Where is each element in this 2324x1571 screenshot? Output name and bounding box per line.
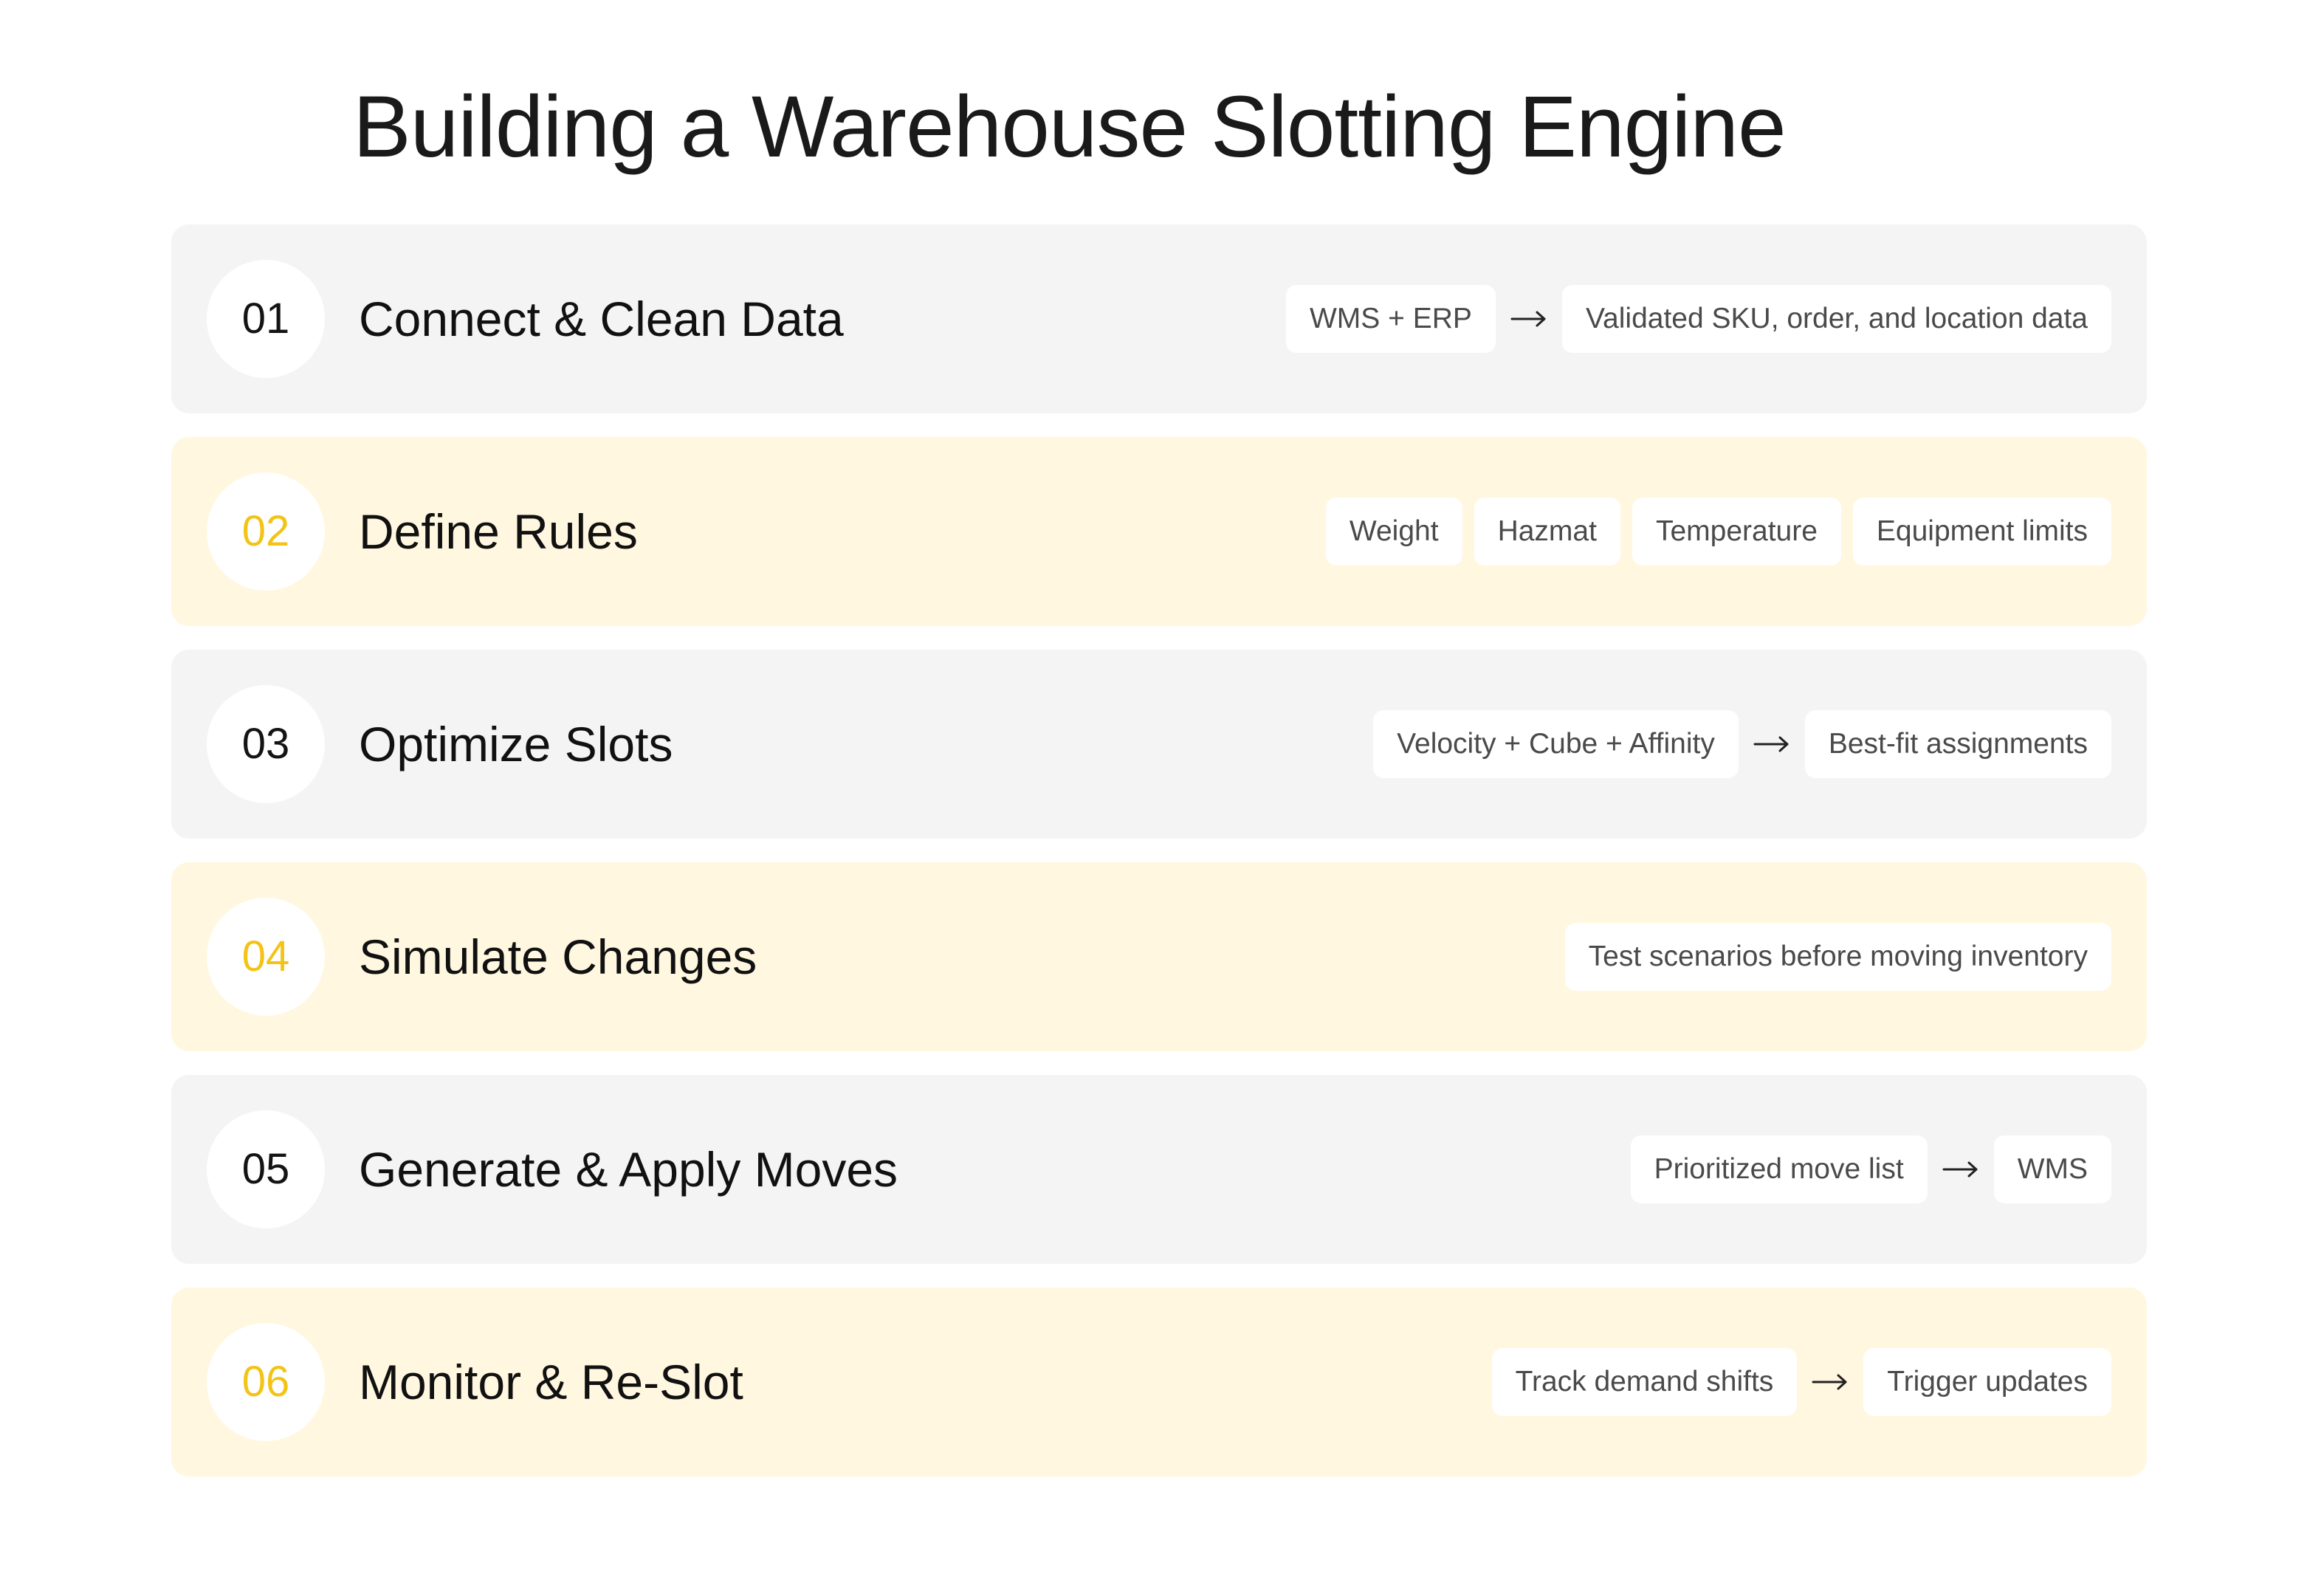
step-number-badge: 02 bbox=[207, 472, 325, 591]
step-chips: Prioritized move list WMS bbox=[1630, 1075, 2111, 1264]
arrow-right-icon bbox=[1797, 1373, 1863, 1391]
rule-chip: Weight bbox=[1325, 498, 1462, 566]
input-chip: Prioritized move list bbox=[1630, 1135, 1928, 1203]
step-title: Connect & Clean Data bbox=[359, 292, 844, 346]
step-title: Optimize Slots bbox=[359, 717, 673, 771]
step-number-badge: 06 bbox=[207, 1323, 325, 1441]
step-chips: Test scenarios before moving inventory bbox=[1564, 862, 2111, 1051]
step-row: 05 Generate & Apply Moves Prioritized mo… bbox=[171, 1075, 2147, 1264]
step-title: Generate & Apply Moves bbox=[359, 1142, 898, 1197]
step-row: 02 Define Rules Weight Hazmat Temperatur… bbox=[171, 437, 2147, 626]
output-chip: WMS bbox=[1993, 1135, 2111, 1203]
step-number-badge: 01 bbox=[207, 260, 325, 378]
description-chip: Test scenarios before moving inventory bbox=[1564, 923, 2111, 991]
arrow-right-icon bbox=[1928, 1161, 1994, 1178]
output-chip: Trigger updates bbox=[1863, 1348, 2111, 1416]
step-chips: WMS + ERP Validated SKU, order, and loca… bbox=[1285, 224, 2111, 413]
step-number-badge: 03 bbox=[207, 685, 325, 803]
input-chip: WMS + ERP bbox=[1285, 285, 1496, 353]
step-row: 04 Simulate Changes Test scenarios befor… bbox=[171, 862, 2147, 1051]
arrow-right-icon bbox=[1496, 310, 1562, 328]
step-number-badge: 04 bbox=[207, 898, 325, 1016]
rule-chip: Hazmat bbox=[1474, 498, 1620, 566]
input-chip: Track demand shifts bbox=[1491, 1348, 1798, 1416]
step-title: Monitor & Re-Slot bbox=[359, 1355, 743, 1409]
steps-list: 01 Connect & Clean Data WMS + ERP Valida… bbox=[171, 224, 2147, 1500]
arrow-right-icon bbox=[1739, 735, 1805, 753]
step-chips: Track demand shifts Trigger updates bbox=[1491, 1288, 2111, 1477]
page-title: Building a Warehouse Slotting Engine bbox=[353, 78, 1787, 176]
output-chip: Best-fit assignments bbox=[1804, 710, 2111, 778]
step-chips: Weight Hazmat Temperature Equipment limi… bbox=[1325, 437, 2111, 626]
step-chips: Velocity + Cube + Affinity Best-fit assi… bbox=[1373, 650, 2111, 839]
step-number-badge: 05 bbox=[207, 1110, 325, 1228]
output-chip: Validated SKU, order, and location data bbox=[1561, 285, 2111, 353]
step-title: Simulate Changes bbox=[359, 929, 757, 984]
step-row: 03 Optimize Slots Velocity + Cube + Affi… bbox=[171, 650, 2147, 839]
step-row: 06 Monitor & Re-Slot Track demand shifts… bbox=[171, 1288, 2147, 1477]
rule-chip: Equipment limits bbox=[1852, 498, 2111, 566]
input-chip: Velocity + Cube + Affinity bbox=[1373, 710, 1739, 778]
step-title: Define Rules bbox=[359, 504, 638, 559]
rule-chip: Temperature bbox=[1632, 498, 1841, 566]
step-row: 01 Connect & Clean Data WMS + ERP Valida… bbox=[171, 224, 2147, 413]
